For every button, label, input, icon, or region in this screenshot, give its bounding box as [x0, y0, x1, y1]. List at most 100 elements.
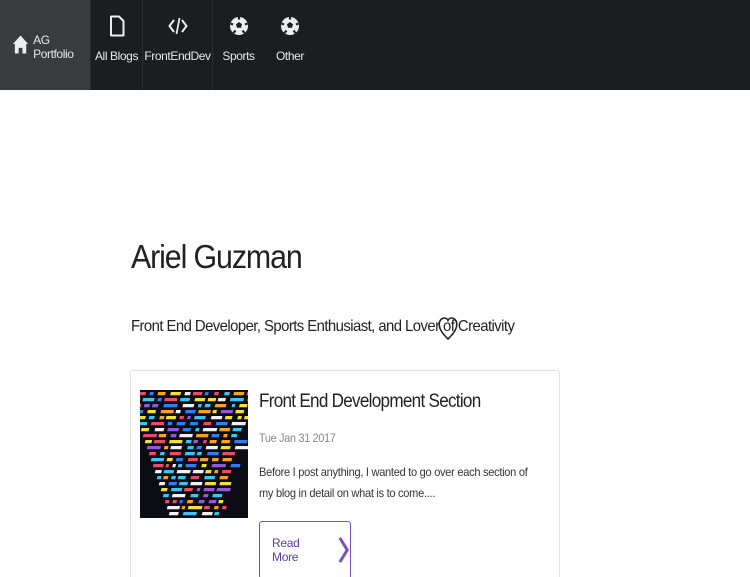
code-dash [193, 416, 206, 420]
code-dash [164, 398, 178, 402]
code-dash [165, 416, 177, 420]
code-dash [140, 398, 141, 402]
code-dash [220, 446, 231, 450]
code-dash [160, 410, 175, 414]
nav-item-sports[interactable]: Sports [212, 0, 264, 90]
code-dash [177, 464, 183, 468]
code-dash [140, 416, 146, 420]
code-dash [185, 440, 192, 444]
code-dash [222, 452, 236, 456]
code-dash [148, 452, 157, 456]
nav-item-label: All Blogs [94, 49, 139, 63]
code-dash [184, 452, 196, 456]
code-dash [148, 416, 155, 420]
code-dash [176, 470, 191, 474]
code-dash [209, 440, 217, 444]
code-dash [212, 494, 223, 498]
code-dash [170, 434, 177, 438]
code-dash [169, 452, 182, 456]
code-dash [230, 434, 238, 438]
code-dash [201, 512, 213, 516]
code-dash [204, 476, 216, 480]
nav-item-label: Other [275, 49, 304, 63]
code-dash [154, 470, 162, 474]
code-dash [221, 470, 232, 474]
nav-brand-label: AG Portfolio [33, 33, 74, 61]
nav-item-label: FrontEndDev [144, 49, 211, 63]
code-dash [170, 446, 183, 450]
code-dash [213, 506, 219, 510]
nav-brand-link[interactable]: AG Portfolio [0, 0, 90, 90]
code-dash [238, 404, 248, 408]
code-dash [212, 410, 218, 414]
code-dash [179, 500, 184, 504]
code-dash [160, 488, 168, 492]
code-dash [142, 434, 158, 438]
code-dash [213, 392, 220, 396]
code-dash [193, 440, 199, 444]
code-dash [217, 398, 226, 402]
code-dash [224, 392, 230, 396]
code-dash [140, 422, 148, 426]
code-dash [187, 446, 194, 450]
code-dash [147, 410, 157, 414]
code-dash [204, 404, 211, 408]
code-dash [235, 410, 245, 414]
code-dash [140, 392, 147, 396]
code-dash [179, 416, 185, 420]
top-navbar: AG Portfolio All Blogs FrontEndDev Sport… [0, 0, 750, 90]
code-dash [153, 440, 166, 444]
code-dash [170, 392, 182, 396]
post-date: Tue Jan 31 2017 [259, 431, 336, 445]
code-dash [163, 476, 169, 480]
code-dash [151, 404, 159, 408]
code-dash [189, 422, 199, 426]
code-dash [211, 434, 220, 438]
nav-item-all-blogs[interactable]: All Blogs [90, 0, 142, 90]
document-icon [109, 15, 124, 37]
nav-item-label: Sports [222, 49, 255, 63]
code-dash [218, 500, 224, 504]
code-dash [156, 476, 162, 480]
code-dash [166, 506, 181, 510]
code-dash [186, 500, 194, 504]
code-dash [230, 464, 241, 468]
post-excerpt: Before I post anything, I wanted to go o… [259, 465, 528, 500]
code-dash [172, 464, 177, 468]
code-dash [185, 464, 197, 468]
soccer-ball-icon [281, 17, 299, 35]
blog-post-card: Front End Development Section Tue Jan 31… [130, 370, 560, 577]
code-dash [140, 410, 144, 414]
code-dash [192, 470, 204, 474]
code-dash [223, 434, 228, 438]
code-dash [192, 392, 203, 396]
code-dash [198, 500, 205, 504]
code-dash [182, 428, 192, 432]
code-dash [196, 452, 203, 456]
code-dash [170, 476, 177, 480]
code-dash [175, 458, 184, 462]
code-dash [202, 494, 209, 498]
code-dash [211, 458, 219, 462]
code-dash [159, 416, 165, 420]
code-dash [203, 506, 211, 510]
read-more-button[interactable]: Read More [259, 521, 351, 577]
code-dash [234, 446, 248, 450]
code-dash [222, 458, 233, 462]
post-title[interactable]: Front End Development Section [259, 391, 481, 413]
code-dash [187, 458, 199, 462]
code-dash [219, 476, 229, 480]
code-dash [163, 446, 169, 450]
code-dash [168, 482, 178, 486]
code-dash [168, 512, 179, 516]
code-dash [170, 488, 183, 492]
code-dash [159, 452, 165, 456]
code-dash [211, 464, 227, 468]
nav-item-other[interactable]: Other [264, 0, 316, 90]
nav-item-frontenddev[interactable]: FrontEndDev [142, 0, 212, 90]
code-dash [146, 446, 161, 450]
code-dash [220, 410, 234, 414]
code-dash [172, 500, 178, 504]
code-dash [203, 422, 212, 426]
code-dash [190, 494, 199, 498]
